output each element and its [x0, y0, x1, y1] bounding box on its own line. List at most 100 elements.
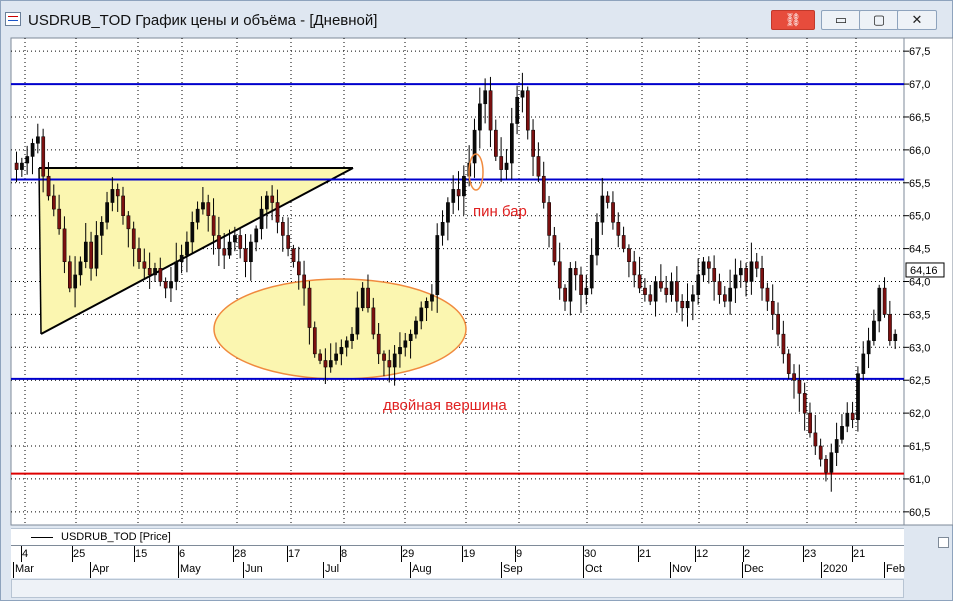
x-tick-mark — [287, 546, 288, 562]
x-month-tick: Jun — [245, 563, 263, 575]
double-top-label: двойная вершина — [383, 397, 507, 414]
candle-body — [323, 360, 328, 368]
candle-body — [504, 162, 509, 170]
candle-body — [126, 215, 131, 230]
candle-body — [637, 274, 642, 289]
x-month-mark — [13, 562, 14, 578]
candle-body — [334, 353, 338, 361]
x-month-mark — [821, 562, 822, 578]
candle-body — [275, 202, 280, 223]
x-day-tick: 15 — [135, 548, 148, 560]
candle-body — [392, 353, 397, 368]
candle-body — [749, 261, 754, 282]
candle-body — [600, 195, 605, 223]
x-day-tick: 6 — [179, 548, 186, 560]
candle-body — [265, 195, 269, 210]
candle-body — [25, 156, 30, 164]
x-day-tick: 29 — [402, 548, 415, 560]
candle-body — [281, 222, 285, 236]
candle-body — [733, 274, 738, 289]
y-tick-label: 64,0 — [909, 277, 930, 289]
candle-body — [643, 287, 647, 295]
candle-body — [307, 287, 312, 328]
legend-label: USDRUB_TOD [Price] — [61, 531, 171, 543]
x-day-tick: 21 — [639, 548, 652, 560]
candle-body — [845, 412, 850, 427]
candle-body — [589, 254, 594, 289]
candle-body — [350, 333, 354, 341]
candle-body — [776, 314, 780, 335]
y-tick-label: 61,0 — [909, 474, 930, 486]
x-month-tick: Nov — [672, 563, 692, 575]
x-tick-mark — [21, 546, 22, 562]
x-tick-mark — [803, 546, 804, 562]
candle-body — [153, 268, 157, 276]
candle-body — [328, 360, 333, 368]
candle-body — [462, 175, 466, 197]
x-month-tick: 2020 — [823, 563, 848, 575]
candle-body — [520, 90, 525, 98]
candle-body — [664, 287, 669, 295]
candle-body — [366, 287, 370, 309]
x-tick-mark — [72, 546, 73, 562]
candle-body — [701, 261, 706, 276]
candle-body — [179, 254, 184, 263]
candle-body — [499, 156, 504, 170]
candle-body — [302, 274, 307, 289]
x-day-tick: 17 — [288, 548, 301, 560]
candle-body — [233, 235, 237, 243]
candle-body — [89, 241, 94, 269]
axis-corner — [938, 537, 949, 548]
candle-body — [717, 281, 722, 295]
x-month-mark — [670, 562, 671, 578]
candle-body — [376, 333, 381, 355]
candle-body — [339, 347, 344, 355]
candle-body — [99, 222, 104, 236]
candle-body — [217, 235, 221, 249]
candle-body — [249, 241, 253, 263]
candle-body — [627, 248, 631, 263]
candle-body — [877, 287, 882, 322]
chart-window: USDRUB_TOD График цены и объёма - [Дневн… — [0, 0, 953, 601]
y-tick-label: 62,5 — [909, 375, 930, 387]
candle-body — [62, 228, 67, 263]
x-month-mark — [501, 562, 502, 578]
candle-body — [46, 175, 51, 197]
candle-body — [834, 439, 839, 453]
candle-body — [20, 162, 24, 170]
candle-body — [829, 452, 834, 473]
candle-body — [723, 294, 727, 302]
price-chart[interactable]: 67,5 67,0 66,5 66,0 65,5 65,0 64,5 64,0 63,5 63,0… — [1, 1, 953, 528]
x-month-mark — [90, 562, 91, 578]
candle-body — [259, 208, 264, 230]
candle-body — [296, 261, 301, 276]
candle-body — [547, 202, 551, 236]
x-day-tick: 4 — [22, 548, 29, 560]
candle-body — [861, 353, 866, 374]
x-axis[interactable]: 4 25 15 6 28 17 8 29 19 9 30 21 12 2 23 21 Mar Apr May Jun J… — [11, 545, 905, 578]
pin-bar-label: пин бар — [473, 203, 527, 220]
candle-body — [808, 412, 812, 434]
y-tick-label: 62,0 — [909, 408, 930, 420]
x-month-tick: Jul — [325, 563, 340, 575]
candle-body — [57, 208, 62, 230]
x-month-tick: Oct — [585, 563, 603, 575]
candle-body — [52, 195, 56, 210]
candle-body — [573, 268, 578, 276]
candle-body — [110, 189, 115, 203]
candle-body — [579, 274, 583, 295]
x-month-tick: Aug — [412, 563, 432, 575]
candle-body — [611, 202, 615, 223]
x-tick-mark — [695, 546, 696, 562]
x-month-tick: May — [180, 563, 201, 575]
candle-body — [802, 393, 807, 414]
candle-body — [786, 353, 791, 374]
y-tick-label: 63,5 — [909, 309, 930, 321]
y-tick-label: 60,5 — [909, 507, 930, 519]
horizontal-scrollbar[interactable] — [11, 579, 904, 598]
candle-body — [227, 241, 232, 256]
candle-body — [882, 287, 887, 315]
candle-body — [387, 360, 392, 368]
candle-body — [312, 327, 317, 355]
legend: USDRUB_TOD [Price] — [11, 528, 904, 546]
